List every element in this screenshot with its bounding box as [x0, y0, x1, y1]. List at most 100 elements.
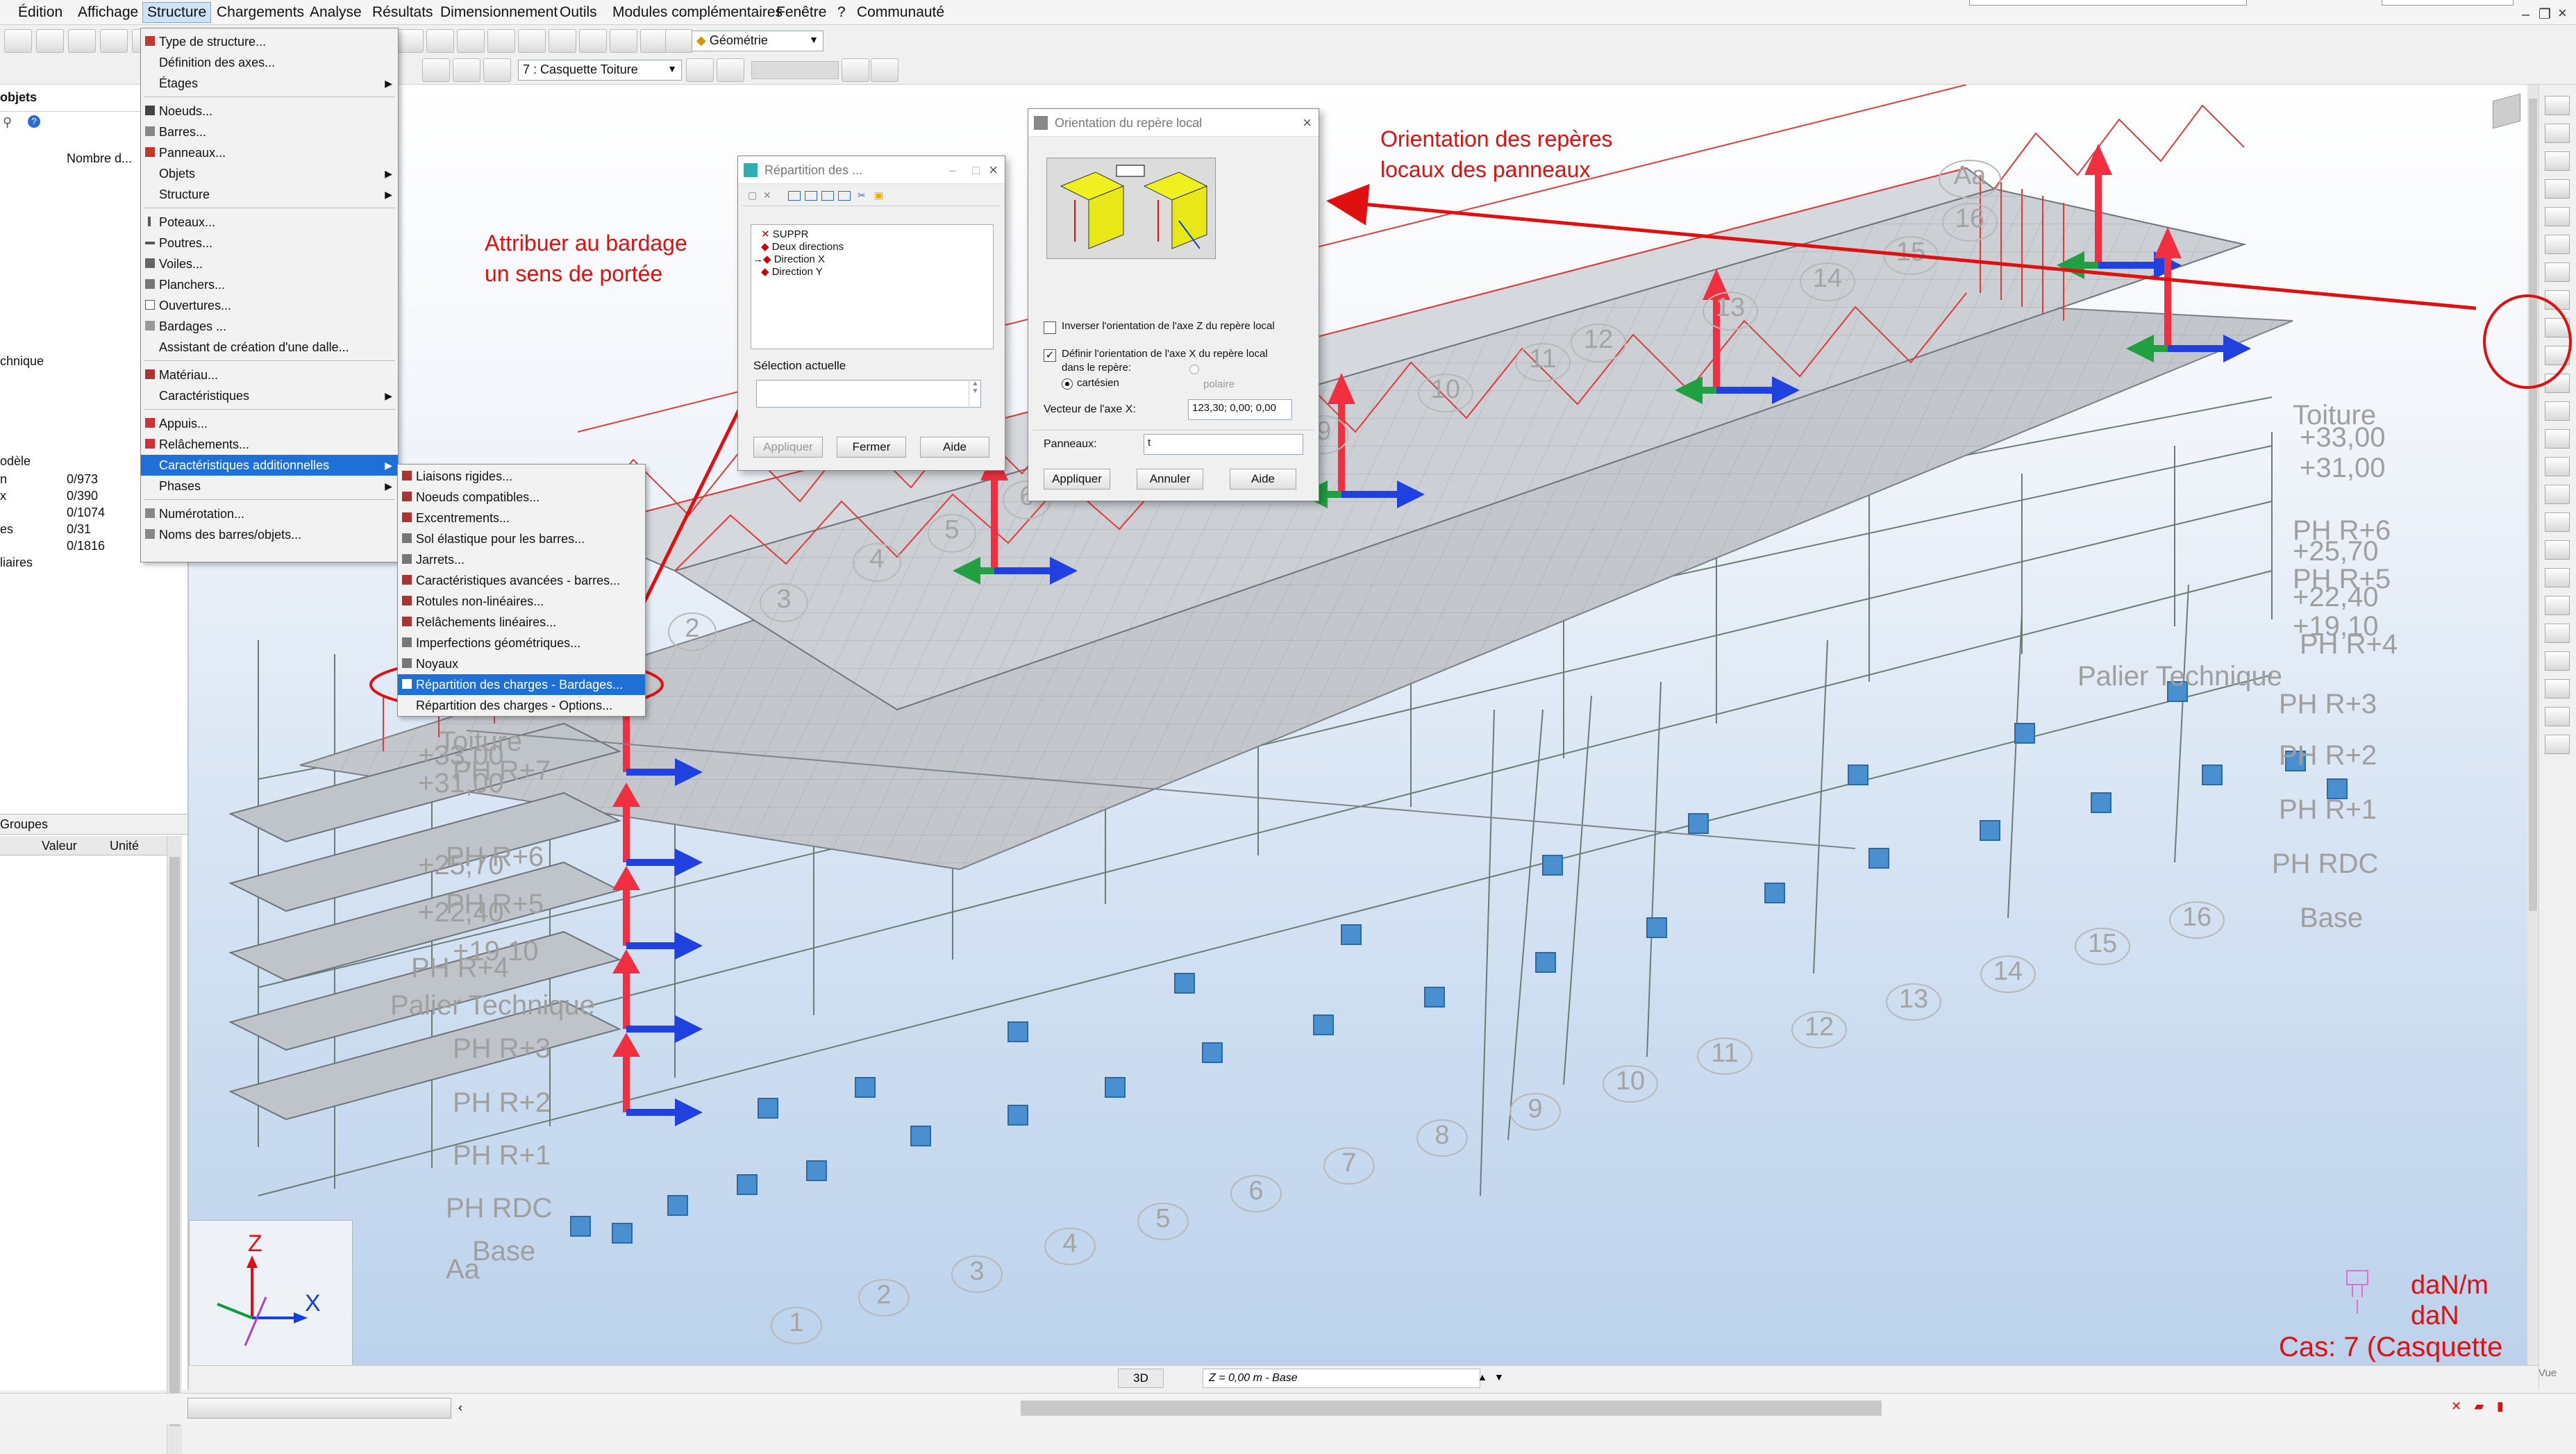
menu-item-structure[interactable]: Structure ▶ [141, 184, 398, 205]
submenu-relachements-lineaires[interactable]: Relâchements linéaires... [398, 612, 645, 633]
restore-icon[interactable]: ❐ [2539, 6, 2551, 23]
menu-item-caracteristiques[interactable]: Caractéristiques ▶ [141, 385, 398, 406]
cut-icon[interactable]: ✂ [858, 190, 866, 201]
toolbar-icon-11[interactable] [549, 29, 576, 53]
view-icon-4[interactable] [838, 191, 851, 201]
toolbar-icon-7[interactable] [426, 29, 454, 53]
hscroll-thumb[interactable] [1021, 1401, 1882, 1416]
menu-help[interactable]: ? [837, 4, 846, 21]
submenu-repartition-bardages[interactable]: Répartition des charges - Bardages... [398, 674, 645, 695]
tab-groupes[interactable]: Groupes [0, 817, 48, 832]
submenu-noeuds-compatibles[interactable]: Noeuds compatibles... [398, 487, 645, 508]
menu-item-phases[interactable]: Phases ▶ [141, 476, 398, 496]
apply-button[interactable]: Appliquer [753, 437, 823, 458]
menu-item-poutres[interactable]: Poutres... [141, 233, 398, 253]
submenu-rotules[interactable]: Rotules non-linéaires... [398, 591, 645, 612]
panel-scrollbar[interactable] [167, 836, 182, 1454]
toolbar-icon-21[interactable] [842, 58, 869, 82]
menu-modules[interactable]: Modules complémentaires [612, 4, 783, 21]
submenu-repartition-options[interactable]: Répartition des charges - Options... [398, 695, 645, 716]
toolbar-icon-18[interactable] [483, 58, 511, 82]
menu-item-noms[interactable]: Noms des barres/objets... [141, 524, 398, 545]
menu-fenetre[interactable]: Fenêtre [776, 4, 826, 21]
list-item[interactable]: ✕ SUPPR [761, 228, 808, 240]
help-button[interactable]: Aide [1230, 469, 1296, 490]
menu-analyse[interactable]: Analyse [310, 4, 362, 21]
chevron-up-icon[interactable]: ▲ [1478, 1371, 1487, 1382]
tool-icon[interactable] [2545, 485, 2570, 504]
menu-item-poteaux[interactable]: Poteaux... [141, 212, 398, 233]
menu-item-relachements[interactable]: Relâchements... [141, 434, 398, 455]
minimize-icon[interactable]: – [949, 156, 956, 184]
vector-x-input[interactable]: 123,30; 0,00; 0,00 [1188, 399, 1292, 420]
minimize-icon[interactable]: – [2522, 7, 2529, 23]
tool-icon[interactable] [2545, 179, 2570, 199]
tool-icon[interactable] [2545, 207, 2570, 226]
apply-button[interactable]: Appliquer [1044, 469, 1110, 490]
list-item-selected[interactable]: →◆ Direction X [753, 253, 825, 265]
toolbar-icon-13[interactable] [610, 29, 637, 53]
menu-item-planchers[interactable]: Planchers... [141, 274, 398, 295]
toolbar-icon-9[interactable] [487, 29, 515, 53]
invert-z-checkbox[interactable] [1044, 321, 1056, 334]
toolbar-icon-8[interactable] [457, 29, 485, 53]
toolbar-icon-4[interactable] [100, 29, 128, 53]
menu-structure[interactable]: Structure [142, 2, 212, 23]
toolbar-icon-2[interactable] [36, 29, 64, 53]
menu-item-materiau[interactable]: Matériau... [141, 365, 398, 385]
radio-polar[interactable] [1189, 365, 1199, 374]
delete-icon[interactable]: ✕ [763, 190, 771, 201]
submenu-sol-elastique[interactable]: Sol élastique pour les barres... [398, 528, 645, 549]
chevron-down-icon[interactable]: ▼ [1494, 1371, 1504, 1382]
panels-input[interactable]: t [1144, 434, 1303, 455]
view-icon-1[interactable] [788, 191, 801, 201]
tool-icon[interactable] [2545, 262, 2570, 282]
menu-item-barres[interactable]: Barres... [141, 122, 398, 142]
tool-icon[interactable] [2545, 235, 2570, 254]
tool-icon[interactable] [2545, 401, 2570, 421]
maximize-icon[interactable]: □ [972, 156, 980, 184]
menu-item-axes[interactable]: Définition des axes... [141, 52, 398, 73]
tool-icon[interactable] [2545, 429, 2570, 449]
toolbar-icon-22[interactable] [871, 58, 898, 82]
submenu-excentrements[interactable]: Excentrements... [398, 508, 645, 528]
close-icon[interactable]: × [2558, 4, 2567, 22]
submenu-caracteristiques-avancees[interactable]: Caractéristiques avancées - barres... [398, 570, 645, 591]
menu-edition[interactable]: Édition [18, 4, 62, 21]
close-button[interactable]: Fermer [837, 437, 906, 458]
vscroll-thumb[interactable] [2529, 99, 2537, 911]
menu-item-bardages[interactable]: Bardages ... [141, 316, 398, 337]
list-item[interactable]: ◆ Direction Y [761, 265, 823, 278]
status-icon[interactable]: ✕ [2451, 1399, 2461, 1413]
toolbar-icon-6[interactable] [396, 29, 424, 53]
scrollbar-thumb[interactable] [169, 857, 180, 1426]
new-icon[interactable]: ▢ [748, 190, 757, 201]
menu-item-panneaux[interactable]: Panneaux... [141, 142, 398, 163]
toolbar-icon-1[interactable] [4, 29, 32, 53]
toolbar-icon-17[interactable] [453, 58, 480, 82]
toolbar-icon-10[interactable] [518, 29, 546, 53]
folder-icon[interactable]: ▣ [874, 190, 883, 201]
menu-item-type-structure[interactable]: Type de structure... [141, 31, 398, 52]
tool-icon[interactable] [2545, 290, 2570, 310]
menu-item-voiles[interactable]: Voiles... [141, 253, 398, 274]
tool-icon[interactable] [2545, 457, 2570, 476]
close-icon[interactable]: × [1303, 109, 1312, 137]
toolbar-icon-12[interactable] [579, 29, 607, 53]
menu-resultats[interactable]: Résultats [372, 4, 433, 21]
search-icon[interactable]: ⚲ [3, 115, 12, 130]
spin-icon[interactable]: ▲ ▼ [969, 380, 981, 408]
menu-item-assistant-dalle[interactable]: Assistant de création d'une dalle... [141, 337, 398, 358]
status-icon[interactable]: ▰ [2475, 1399, 2484, 1413]
menu-outils[interactable]: Outils [560, 4, 597, 21]
tool-icon[interactable] [2545, 624, 2570, 643]
tool-icon[interactable] [2545, 596, 2570, 615]
menu-item-objets[interactable]: Objets ▶ [141, 163, 398, 184]
tool-icon[interactable] [2545, 735, 2570, 754]
menu-item-ouvertures[interactable]: Ouvertures... [141, 295, 398, 316]
menu-communaute[interactable]: Communauté [857, 4, 944, 21]
load-case-select[interactable]: 7 : Casquette Toiture ▼ [518, 60, 682, 81]
toolbar-icon-20[interactable] [717, 58, 744, 82]
radio-cartesian[interactable] [1062, 378, 1073, 390]
menu-item-caracteristiques-additionnelles[interactable]: Caractéristiques additionnelles ▶ [141, 455, 398, 476]
